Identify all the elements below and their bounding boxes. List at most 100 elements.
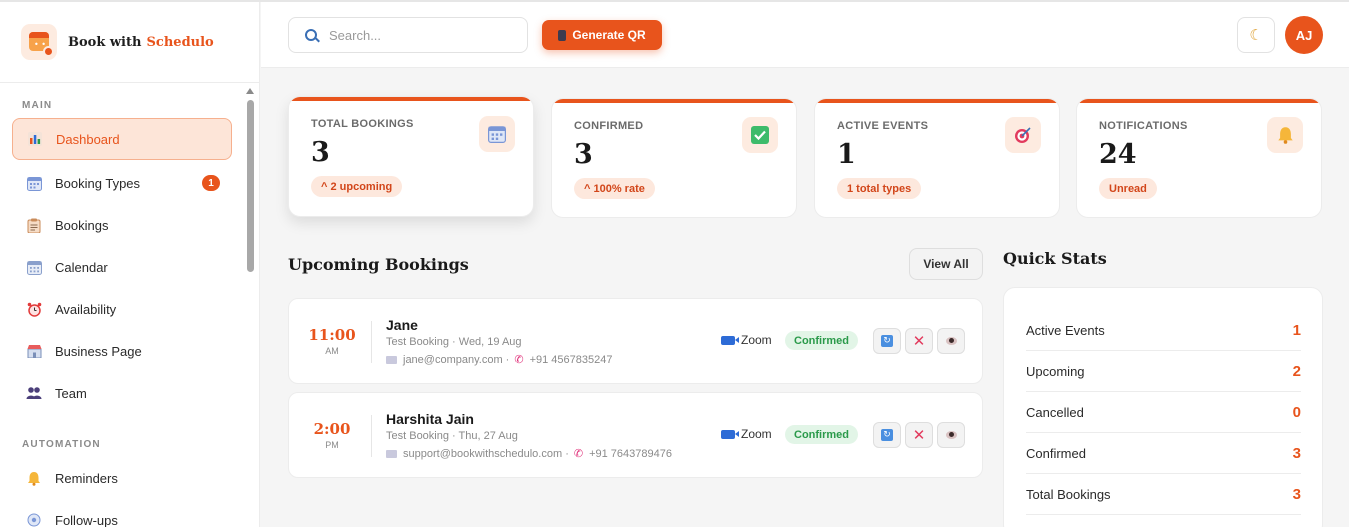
sidebar-item-bookings[interactable]: Bookings xyxy=(12,204,232,246)
booking-contact: jane@company.com · ✆ +91 4567835247 xyxy=(386,353,612,366)
sidebar-item-team[interactable]: Team xyxy=(12,372,232,414)
stat-value: 1 xyxy=(837,139,856,170)
calendar-grid-icon xyxy=(26,175,42,191)
stat-value: 3 xyxy=(574,139,593,170)
card-accent-bar xyxy=(815,99,1059,103)
bell-icon xyxy=(26,470,42,486)
quick-stat-label: Active Events xyxy=(1026,322,1105,338)
storefront-icon xyxy=(26,343,42,359)
search-box[interactable] xyxy=(288,17,528,53)
platform-label: Zoom xyxy=(741,333,772,347)
target-icon xyxy=(1005,117,1041,153)
scroll-up-arrow-icon[interactable] xyxy=(246,88,254,94)
booking-time: 11:00 xyxy=(308,326,356,344)
quick-stat-value: 1 xyxy=(1292,321,1301,339)
bell-icon xyxy=(1267,117,1303,153)
quick-stat-row: Upcoming 2 xyxy=(1026,351,1301,392)
generate-qr-button[interactable]: Generate QR xyxy=(542,20,662,50)
sidebar-item-calendar[interactable]: Calendar xyxy=(12,246,232,288)
phone-icon: ✆ xyxy=(573,448,584,460)
card-accent-bar xyxy=(552,99,796,103)
platform-label: Zoom xyxy=(741,427,772,441)
sidebar-scrollbar[interactable] xyxy=(246,86,254,527)
stat-card-confirmed[interactable]: CONFIRMED 3 ^ 100% rate xyxy=(551,98,797,218)
booking-card[interactable]: 2:00 PM Harshita Jain Test Booking · Thu… xyxy=(288,392,983,478)
quick-stats-card: Active Events 1 Upcoming 2 Cancelled 0 C… xyxy=(1003,287,1323,527)
status-badge: Confirmed xyxy=(785,331,858,350)
meeting-platform: Zoom xyxy=(721,333,772,347)
booking-time: 2:00 xyxy=(313,420,351,438)
stat-pill: ^ 2 upcoming xyxy=(311,176,403,197)
theme-toggle-button[interactable]: ☾ xyxy=(1237,17,1275,53)
sidebar-item-booking-types[interactable]: Booking Types 1 xyxy=(12,162,232,204)
section-label-automation: AUTOMATION xyxy=(22,439,101,450)
booking-card[interactable]: 11:00 AM Jane Test Booking · Wed, 19 Aug… xyxy=(288,298,983,384)
stat-label: TOTAL BOOKINGS xyxy=(311,118,414,130)
booking-phone: +91 7643789476 xyxy=(589,447,672,460)
sidebar-item-label: Follow-ups xyxy=(55,512,118,527)
stat-card-active-events[interactable]: ACTIVE EVENTS 1 1 total types xyxy=(814,98,1060,218)
booking-ampm: PM xyxy=(325,440,339,450)
video-camera-icon xyxy=(721,335,739,345)
sidebar-item-label: Calendar xyxy=(55,259,108,275)
people-icon xyxy=(26,385,42,401)
reschedule-button[interactable]: ↻ xyxy=(873,328,901,354)
generate-qr-label: Generate QR xyxy=(572,28,646,42)
cancel-booking-button[interactable]: ✕ xyxy=(905,328,933,354)
booking-contact: support@bookwithschedulo.com · ✆ +91 764… xyxy=(386,447,672,460)
sidebar-item-follow-ups[interactable]: Follow-ups xyxy=(12,499,232,527)
stat-value: 24 xyxy=(1099,139,1137,170)
stat-value: 3 xyxy=(311,137,330,168)
sidebar-item-reminders[interactable]: Reminders xyxy=(12,457,232,499)
quick-stat-value: 2 xyxy=(1292,362,1301,380)
quick-stat-label: Total Bookings xyxy=(1026,486,1111,502)
booking-name: Jane xyxy=(386,317,418,333)
divider xyxy=(371,321,372,363)
view-booking-button[interactable] xyxy=(937,328,965,354)
booking-email: jane@company.com · xyxy=(403,353,510,366)
count-badge: 1 xyxy=(202,175,220,191)
view-booking-button[interactable] xyxy=(937,422,965,448)
brand-name: Book with xyxy=(68,34,142,50)
sidebar-item-business-page[interactable]: Business Page xyxy=(12,330,232,372)
avatar[interactable]: AJ xyxy=(1285,16,1323,54)
stat-label: ACTIVE EVENTS xyxy=(837,120,929,132)
mail-icon xyxy=(386,355,397,364)
close-icon: ✕ xyxy=(912,426,926,444)
scrollbar-thumb[interactable] xyxy=(247,100,254,272)
quick-stat-value: 3 xyxy=(1292,444,1301,462)
stat-pill: Unread xyxy=(1099,178,1157,199)
quick-stat-label: Cancelled xyxy=(1026,404,1084,420)
quick-stat-row: Cancelled 0 xyxy=(1026,392,1301,433)
stat-card-notifications[interactable]: NOTIFICATIONS 24 Unread xyxy=(1076,98,1322,218)
sidebar-item-availability[interactable]: Availability xyxy=(12,288,232,330)
checkbox-icon xyxy=(742,117,778,153)
sidebar-item-label: Bookings xyxy=(55,217,109,233)
stat-card-total-bookings[interactable]: TOTAL BOOKINGS 3 ^ 2 upcoming xyxy=(288,96,534,217)
quick-stat-label: Upcoming xyxy=(1026,363,1085,379)
stat-pill: ^ 100% rate xyxy=(574,178,655,199)
calendar-icon xyxy=(26,259,42,275)
sidebar-item-label: Team xyxy=(55,385,87,401)
status-badge: Confirmed xyxy=(785,425,858,444)
divider xyxy=(371,415,372,457)
mail-icon xyxy=(386,449,397,458)
stat-label: NOTIFICATIONS xyxy=(1099,120,1188,132)
eye-icon xyxy=(945,431,957,439)
sidebar-item-dashboard[interactable]: Dashboard xyxy=(12,118,232,160)
clipboard-icon xyxy=(26,217,42,233)
booking-name: Harshita Jain xyxy=(386,411,474,427)
view-all-button[interactable]: View All xyxy=(909,248,983,280)
close-icon: ✕ xyxy=(912,332,926,350)
brand[interactable]: • • Book with Schedulo xyxy=(0,2,259,83)
quick-stat-row: Confirmed 3 xyxy=(1026,433,1301,474)
booking-email: support@bookwithschedulo.com · xyxy=(403,447,569,460)
cancel-booking-button[interactable]: ✕ xyxy=(905,422,933,448)
video-camera-icon xyxy=(721,429,739,439)
search-input[interactable] xyxy=(329,27,509,43)
upcoming-bookings-title: Upcoming Bookings xyxy=(288,255,469,274)
reschedule-button[interactable]: ↻ xyxy=(873,422,901,448)
brand-accent: Schedulo xyxy=(146,34,214,50)
phone-icon: ✆ xyxy=(514,354,524,366)
booking-subtitle: Test Booking · Thu, 27 Aug xyxy=(386,430,518,442)
